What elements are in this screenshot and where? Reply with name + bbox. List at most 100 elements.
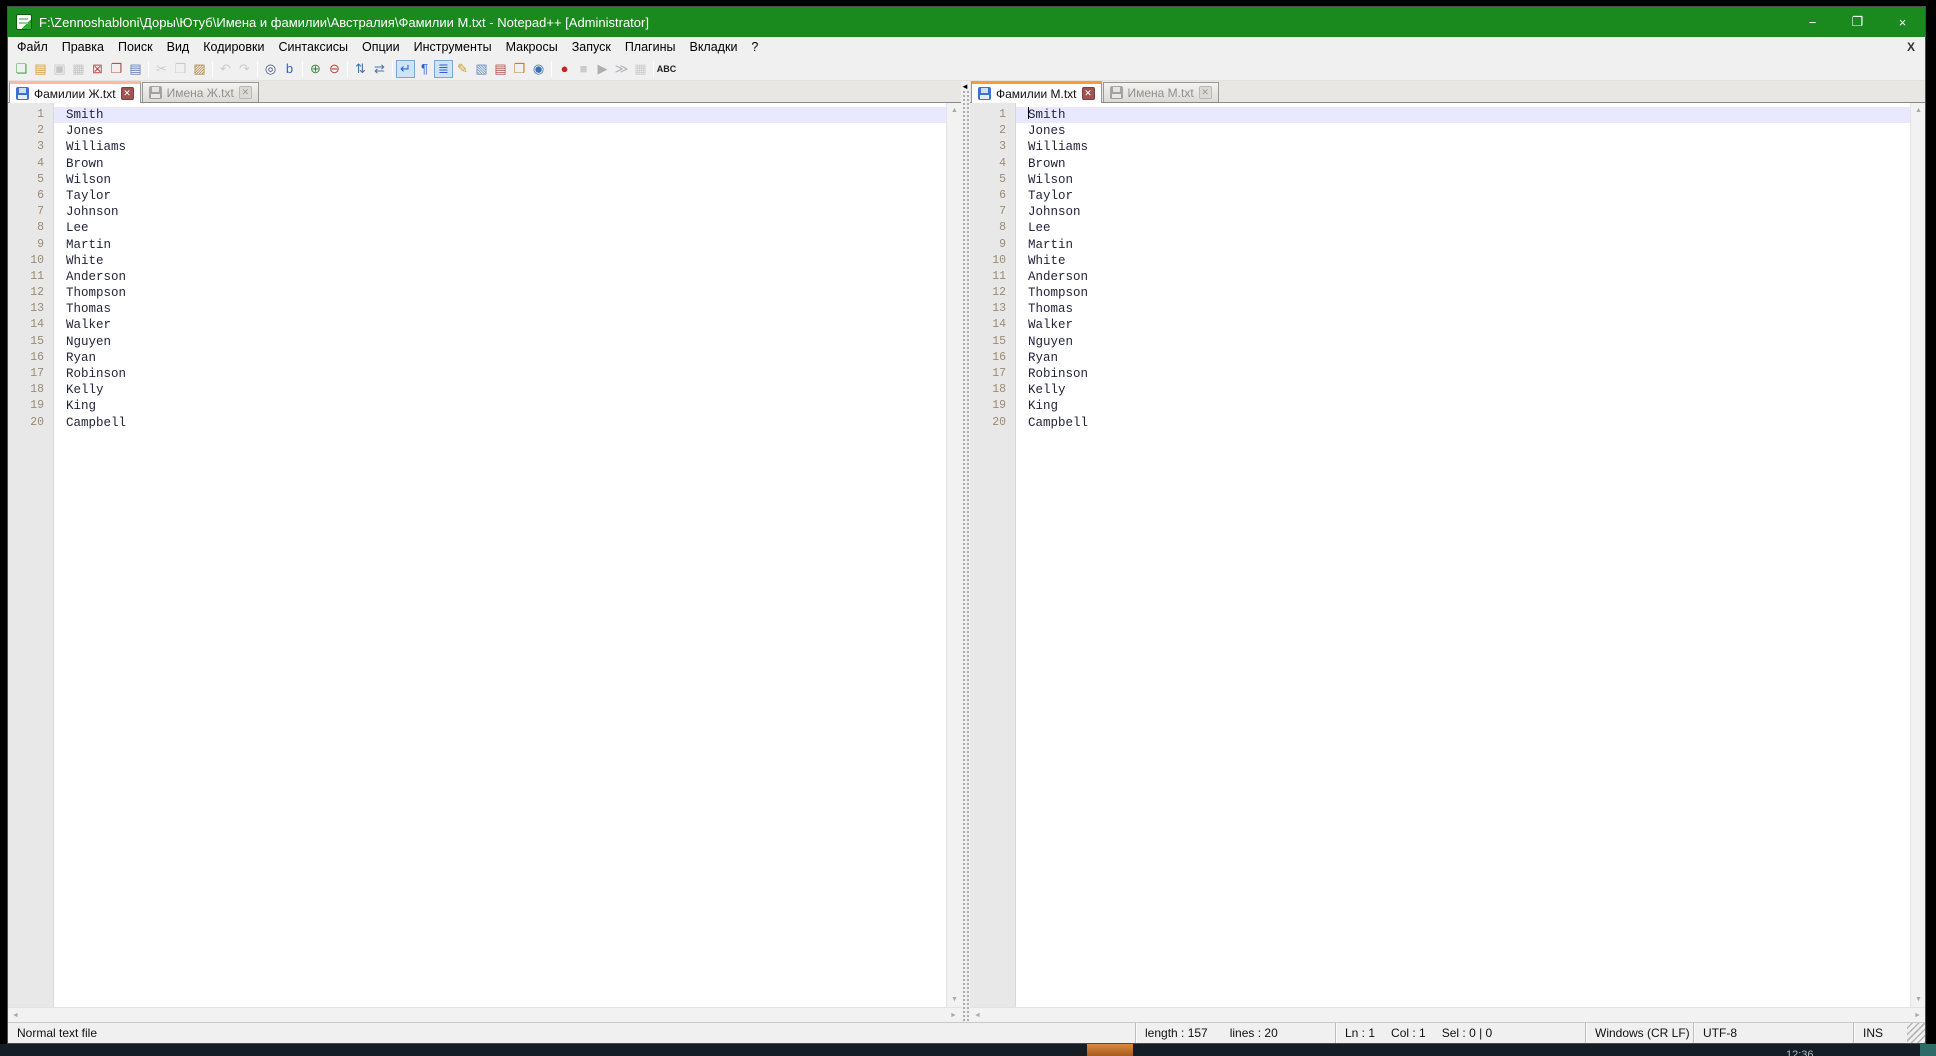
close-file-icon[interactable]: ⊠: [88, 60, 107, 78]
text-line[interactable]: Smith: [1016, 107, 1910, 123]
text-line[interactable]: Jones: [54, 123, 946, 139]
save-file-icon[interactable]: ▣: [50, 60, 69, 78]
status-encoding[interactable]: UTF-8: [1693, 1023, 1853, 1043]
text-line[interactable]: Smith: [54, 107, 946, 123]
user-defined-dialog-icon[interactable]: ✎: [453, 60, 472, 78]
zoom-in-icon[interactable]: ⊕: [306, 60, 325, 78]
redo-icon[interactable]: ↷: [235, 60, 254, 78]
menu-item-11[interactable]: Вкладки: [682, 38, 744, 56]
menubar-close-icon[interactable]: X: [1907, 40, 1915, 54]
folder-as-workspace-icon[interactable]: ❒: [510, 60, 529, 78]
document-map-icon[interactable]: ▧: [472, 60, 491, 78]
text-line[interactable]: Wilson: [1016, 172, 1910, 188]
text-line[interactable]: Anderson: [1016, 269, 1910, 285]
menu-item-3[interactable]: Вид: [160, 38, 197, 56]
text-line[interactable]: Thompson: [54, 285, 946, 301]
status-eol-format[interactable]: Windows (CR LF): [1585, 1023, 1693, 1043]
close-all-icon[interactable]: ❐: [107, 60, 126, 78]
open-file-icon[interactable]: ▤: [31, 60, 50, 78]
tab-close-icon[interactable]: ✕: [121, 87, 134, 100]
monitoring-icon[interactable]: ◉: [529, 60, 548, 78]
scroll-up-icon[interactable]: ▲: [1911, 103, 1926, 118]
text-line[interactable]: Martin: [1016, 237, 1910, 253]
scroll-down-icon[interactable]: ▼: [947, 992, 962, 1007]
text-line[interactable]: Anderson: [54, 269, 946, 285]
menu-item-10[interactable]: Плагины: [618, 38, 683, 56]
text-line[interactable]: Thompson: [1016, 285, 1910, 301]
menu-item-1[interactable]: Правка: [55, 38, 111, 56]
tab-right-1[interactable]: Имена M.txt✕: [1103, 82, 1219, 102]
sync-vertical-scroll-icon[interactable]: ⇅: [351, 60, 370, 78]
left-horizontal-scrollbar[interactable]: ◄►: [8, 1007, 961, 1022]
minimize-button[interactable]: −: [1790, 7, 1835, 37]
text-line[interactable]: Wilson: [54, 172, 946, 188]
menu-item-8[interactable]: Макросы: [499, 38, 565, 56]
macro-stop-icon[interactable]: ■: [574, 60, 593, 78]
cut-icon[interactable]: ✂: [152, 60, 171, 78]
tab-close-icon[interactable]: ✕: [239, 86, 252, 99]
left-vertical-scrollbar[interactable]: ▲▼: [946, 103, 961, 1007]
text-line[interactable]: White: [54, 253, 946, 269]
scroll-left-icon[interactable]: ◄: [8, 1008, 23, 1023]
close-button[interactable]: ×: [1880, 7, 1925, 37]
replace-icon[interactable]: b: [280, 60, 299, 78]
scroll-right-icon[interactable]: ►: [946, 1008, 961, 1023]
text-line[interactable]: Lee: [1016, 220, 1910, 236]
left-text-area[interactable]: SmithJonesWilliamsBrownWilsonTaylorJohns…: [54, 103, 946, 1007]
text-line[interactable]: Lee: [54, 220, 946, 236]
right-horizontal-scrollbar[interactable]: ◄►: [970, 1007, 1925, 1022]
text-line[interactable]: King: [54, 398, 946, 414]
menu-item-2[interactable]: Поиск: [111, 38, 160, 56]
macro-run-multiple-icon[interactable]: ≫: [612, 60, 631, 78]
text-line[interactable]: Brown: [54, 156, 946, 172]
undo-icon[interactable]: ↶: [216, 60, 235, 78]
text-line[interactable]: Johnson: [1016, 204, 1910, 220]
menu-item-help[interactable]: ?: [744, 38, 765, 56]
menu-item-4[interactable]: Кодировки: [196, 38, 271, 56]
text-line[interactable]: Williams: [54, 139, 946, 155]
menu-item-9[interactable]: Запуск: [565, 38, 618, 56]
save-all-icon[interactable]: ▦: [69, 60, 88, 78]
text-line[interactable]: Ryan: [54, 350, 946, 366]
restore-button[interactable]: ❐: [1835, 7, 1880, 37]
text-line[interactable]: King: [1016, 398, 1910, 414]
right-vertical-scrollbar[interactable]: ▲▼: [1910, 103, 1925, 1007]
text-line[interactable]: Taylor: [1016, 188, 1910, 204]
show-all-characters-icon[interactable]: ¶: [415, 60, 434, 78]
tab-left-1[interactable]: Имена Ж.txt✕: [142, 82, 259, 102]
show-indent-guide-icon[interactable]: ≣: [434, 60, 453, 78]
tab-close-icon[interactable]: ✕: [1199, 86, 1212, 99]
pane-splitter[interactable]: ◄: [961, 81, 970, 1022]
text-line[interactable]: Martin: [54, 237, 946, 253]
sync-horizontal-scroll-icon[interactable]: ⇄: [370, 60, 389, 78]
scroll-up-icon[interactable]: ▲: [947, 103, 962, 118]
find-icon[interactable]: ◎: [261, 60, 280, 78]
tab-right-0[interactable]: Фамилии M.txt✕: [971, 81, 1102, 103]
text-line[interactable]: Robinson: [54, 366, 946, 382]
paste-icon[interactable]: ▨: [190, 60, 209, 78]
print-icon[interactable]: ▤: [126, 60, 145, 78]
text-line[interactable]: Johnson: [54, 204, 946, 220]
tab-left-0[interactable]: Фамилии Ж.txt✕: [9, 81, 141, 103]
copy-icon[interactable]: ❐: [171, 60, 190, 78]
status-insert-mode[interactable]: INS: [1853, 1023, 1907, 1043]
text-line[interactable]: Walker: [1016, 317, 1910, 333]
scroll-left-icon[interactable]: ◄: [970, 1008, 985, 1023]
right-text-area[interactable]: SmithJonesWilliamsBrownWilsonTaylorJohns…: [1016, 103, 1910, 1007]
text-line[interactable]: Jones: [1016, 123, 1910, 139]
macro-save-icon[interactable]: ▦: [631, 60, 650, 78]
text-line[interactable]: Nguyen: [1016, 334, 1910, 350]
word-wrap-icon[interactable]: ↵: [396, 60, 415, 78]
menu-item-7[interactable]: Инструменты: [407, 38, 499, 56]
zoom-out-icon[interactable]: ⊖: [325, 60, 344, 78]
menu-item-5[interactable]: Синтаксисы: [271, 38, 355, 56]
spell-check-abc-icon[interactable]: ABC: [657, 60, 676, 78]
macro-play-icon[interactable]: ▶: [593, 60, 612, 78]
splitter-collapse-icon[interactable]: ◄: [961, 82, 969, 91]
tab-close-icon[interactable]: ✕: [1082, 87, 1095, 100]
text-line[interactable]: Campbell: [1016, 415, 1910, 431]
text-line[interactable]: Walker: [54, 317, 946, 333]
left-editor[interactable]: 1234567891011121314151617181920SmithJone…: [8, 103, 961, 1007]
text-line[interactable]: Taylor: [54, 188, 946, 204]
text-line[interactable]: Robinson: [1016, 366, 1910, 382]
